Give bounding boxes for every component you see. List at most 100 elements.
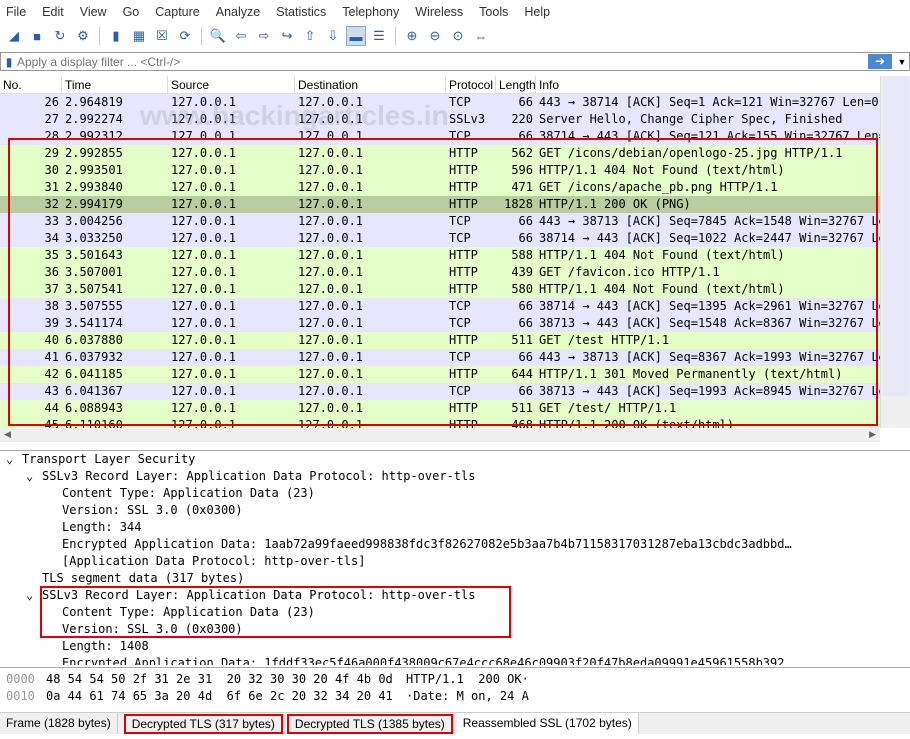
packet-info: Server Hello, Change Cipher Spec, Finish… xyxy=(539,112,843,126)
open-file-icon[interactable]: ▮ xyxy=(106,26,126,46)
bookmark-icon[interactable]: ▮ xyxy=(1,55,17,69)
packet-no: 26 xyxy=(44,95,59,109)
hex-line: 0000 48 54 54 50 2f 31 2e 31 20 32 30 30 … xyxy=(0,671,910,688)
close-file-icon[interactable]: ☒ xyxy=(152,26,172,46)
detail-line[interactable]: Encrypted Application Data: 1fddf33ec5f4… xyxy=(0,655,910,665)
last-packet-icon[interactable]: ⇩ xyxy=(323,26,343,46)
detail-text: Length: 344 xyxy=(62,520,142,534)
detail-text: SSLv3 Record Layer: Application Data Pro… xyxy=(42,469,476,483)
column-source[interactable]: Source xyxy=(168,76,295,93)
expand-arrow-icon[interactable]: ⌄ xyxy=(6,451,22,468)
filter-dropdown-icon[interactable]: ▼ xyxy=(895,57,909,67)
tab-bytes-1[interactable]: Decrypted TLS (317 bytes) xyxy=(123,714,283,734)
menu-telephony[interactable]: Telephony xyxy=(342,5,407,19)
main-toolbar: ◢ ■ ↻ ⚙ ▮ ▦ ☒ ⟳ 🔍 ⇦ ⇨ ↪ ⇧ ⇩ ▬ ☰ ⊕ ⊖ ⊙ ⇔ xyxy=(0,24,910,48)
find-icon[interactable]: 🔍 xyxy=(208,26,228,46)
column-info[interactable]: Info xyxy=(536,76,910,93)
packet-list-horizontal-scrollbar[interactable]: ◀ ▶ xyxy=(0,428,880,442)
menu-analyze[interactable]: Analyze xyxy=(216,5,268,19)
forward-arrow-icon[interactable]: ⇨ xyxy=(254,26,274,46)
detail-line[interactable]: Content Type: Application Data (23) xyxy=(0,485,910,502)
tab-bytes-3[interactable]: Reassembled SSL (1702 bytes) xyxy=(456,713,639,734)
expand-arrow-icon[interactable]: ⌄ xyxy=(26,468,42,485)
colorize-icon[interactable]: ☰ xyxy=(369,26,389,46)
display-filter-bar: ▮ ➜ ▼ xyxy=(0,52,910,71)
watermark: www.hackingarticles.in xyxy=(140,100,449,131)
detail-text: TLS segment data (317 bytes) xyxy=(42,571,245,585)
menu-file[interactable]: File xyxy=(6,5,34,19)
packet-proto: SSLv3 xyxy=(449,112,486,126)
hex-offset: 0000 xyxy=(6,672,35,686)
detail-line[interactable]: ⌄ Transport Layer Security xyxy=(0,451,910,468)
restart-icon[interactable]: ↻ xyxy=(50,26,70,46)
save-file-icon[interactable]: ▦ xyxy=(129,26,149,46)
hex-ascii[interactable]: HTTP/1.1 200 OK· xyxy=(406,672,529,686)
packet-row[interactable]: 27 2.992274 127.0.0.1 127.0.0.1 SSLv3 220 Serv… xyxy=(0,111,910,128)
packet-proto: TCP xyxy=(449,95,471,109)
detail-line[interactable]: TLS segment data (317 bytes) xyxy=(0,570,910,587)
tab-bytes-0[interactable]: Frame (1828 bytes) xyxy=(0,713,118,734)
column-time[interactable]: Time xyxy=(62,76,168,93)
menubar: File Edit View Go Capture Analyze Statistics Te… xyxy=(0,0,910,24)
zoom-normal-icon[interactable]: ⊙ xyxy=(448,26,468,46)
detail-line[interactable]: Encrypted Application Data: 1aab72a99fae… xyxy=(0,536,910,553)
detail-text: Transport Layer Security xyxy=(22,452,196,466)
detail-line[interactable]: ⌄ SSLv3 Record Layer: Application Data Pr… xyxy=(0,468,910,485)
packet-len: 220 xyxy=(511,112,533,126)
menu-tools[interactable]: Tools xyxy=(479,5,516,19)
hex-bytes[interactable]: 48 54 54 50 2f 31 2e 31 20 32 30 30 20 4… xyxy=(46,671,406,688)
hex-offset: 0010 xyxy=(6,689,35,703)
packet-info: 443 → 38714 [ACK] Seq=1 Ack=121 Win=3276… xyxy=(539,95,894,109)
menu-capture[interactable]: Capture xyxy=(155,5,207,19)
hex-line: 0010 0a 44 61 74 65 3a 20 4d 6f 6e 2c 20 … xyxy=(0,688,910,705)
hex-ascii[interactable]: ·Date: M on, 24 A xyxy=(406,689,529,703)
stop-icon[interactable]: ■ xyxy=(27,26,47,46)
zoom-out-icon[interactable]: ⊖ xyxy=(425,26,445,46)
detail-line[interactable]: Length: 1408 xyxy=(0,638,910,655)
bytes-tabs: Frame (1828 bytes) Decrypted TLS (317 byt… xyxy=(0,712,910,734)
column-protocol[interactable]: Protocol xyxy=(446,76,496,93)
detail-text: Encrypted Application Data: 1aab72a99fae… xyxy=(62,537,792,551)
display-filter-input[interactable] xyxy=(17,54,868,69)
detail-text: Encrypted Application Data: 1fddf33ec5f4… xyxy=(62,656,785,665)
autoscroll-icon[interactable]: ▬ xyxy=(346,26,366,46)
highlight-box-packets xyxy=(8,138,878,426)
go-to-packet-icon[interactable]: ↪ xyxy=(277,26,297,46)
detail-text: [Application Data Protocol: http-over-tl… xyxy=(62,554,366,568)
packet-no: 27 xyxy=(44,112,59,126)
options-gear-icon[interactable]: ⚙ xyxy=(73,26,93,46)
detail-text: Content Type: Application Data (23) xyxy=(62,486,315,500)
menu-view[interactable]: View xyxy=(80,5,115,19)
detail-line[interactable]: Version: SSL 3.0 (0x0300) xyxy=(0,502,910,519)
reload-icon[interactable]: ⟳ xyxy=(175,26,195,46)
menu-help[interactable]: Help xyxy=(524,5,558,19)
shark-fin-start-icon[interactable]: ◢ xyxy=(4,26,24,46)
packet-len: 66 xyxy=(518,95,533,109)
detail-line[interactable]: Length: 344 xyxy=(0,519,910,536)
detail-text: Version: SSL 3.0 (0x0300) xyxy=(62,503,243,517)
packet-row[interactable]: 26 2.964819 127.0.0.1 127.0.0.1 TCP 66 443 → 3… xyxy=(0,94,910,111)
column-destination[interactable]: Destination xyxy=(295,76,446,93)
hex-bytes[interactable]: 0a 44 61 74 65 3a 20 4d 6f 6e 2c 20 32 3… xyxy=(46,688,406,705)
menu-statistics[interactable]: Statistics xyxy=(276,5,334,19)
column-length[interactable]: Length xyxy=(496,76,536,93)
packet-bytes: 0000 48 54 54 50 2f 31 2e 31 20 32 30 30 … xyxy=(0,667,910,712)
menu-wireless[interactable]: Wireless xyxy=(415,5,471,19)
highlight-box-record xyxy=(40,586,511,638)
toolbar-separator xyxy=(395,27,396,45)
apply-filter-arrow-icon[interactable]: ➜ xyxy=(868,54,892,69)
menu-edit[interactable]: Edit xyxy=(42,5,72,19)
detail-line[interactable]: [Application Data Protocol: http-over-tl… xyxy=(0,553,910,570)
detail-text: Length: 1408 xyxy=(62,639,149,653)
first-packet-icon[interactable]: ⇧ xyxy=(300,26,320,46)
tab-bytes-2[interactable]: Decrypted TLS (1385 bytes) xyxy=(286,714,453,734)
column-no[interactable]: No. xyxy=(0,76,62,93)
toolbar-separator xyxy=(99,27,100,45)
menu-go[interactable]: Go xyxy=(123,5,148,19)
back-arrow-icon[interactable]: ⇦ xyxy=(231,26,251,46)
zoom-in-icon[interactable]: ⊕ xyxy=(402,26,422,46)
packet-list-scrollbar[interactable] xyxy=(880,76,910,428)
resize-columns-icon[interactable]: ⇔ xyxy=(471,26,491,46)
packet-list-header: No. Time Source Destination Protocol Len… xyxy=(0,76,910,94)
toolbar-separator xyxy=(201,27,202,45)
